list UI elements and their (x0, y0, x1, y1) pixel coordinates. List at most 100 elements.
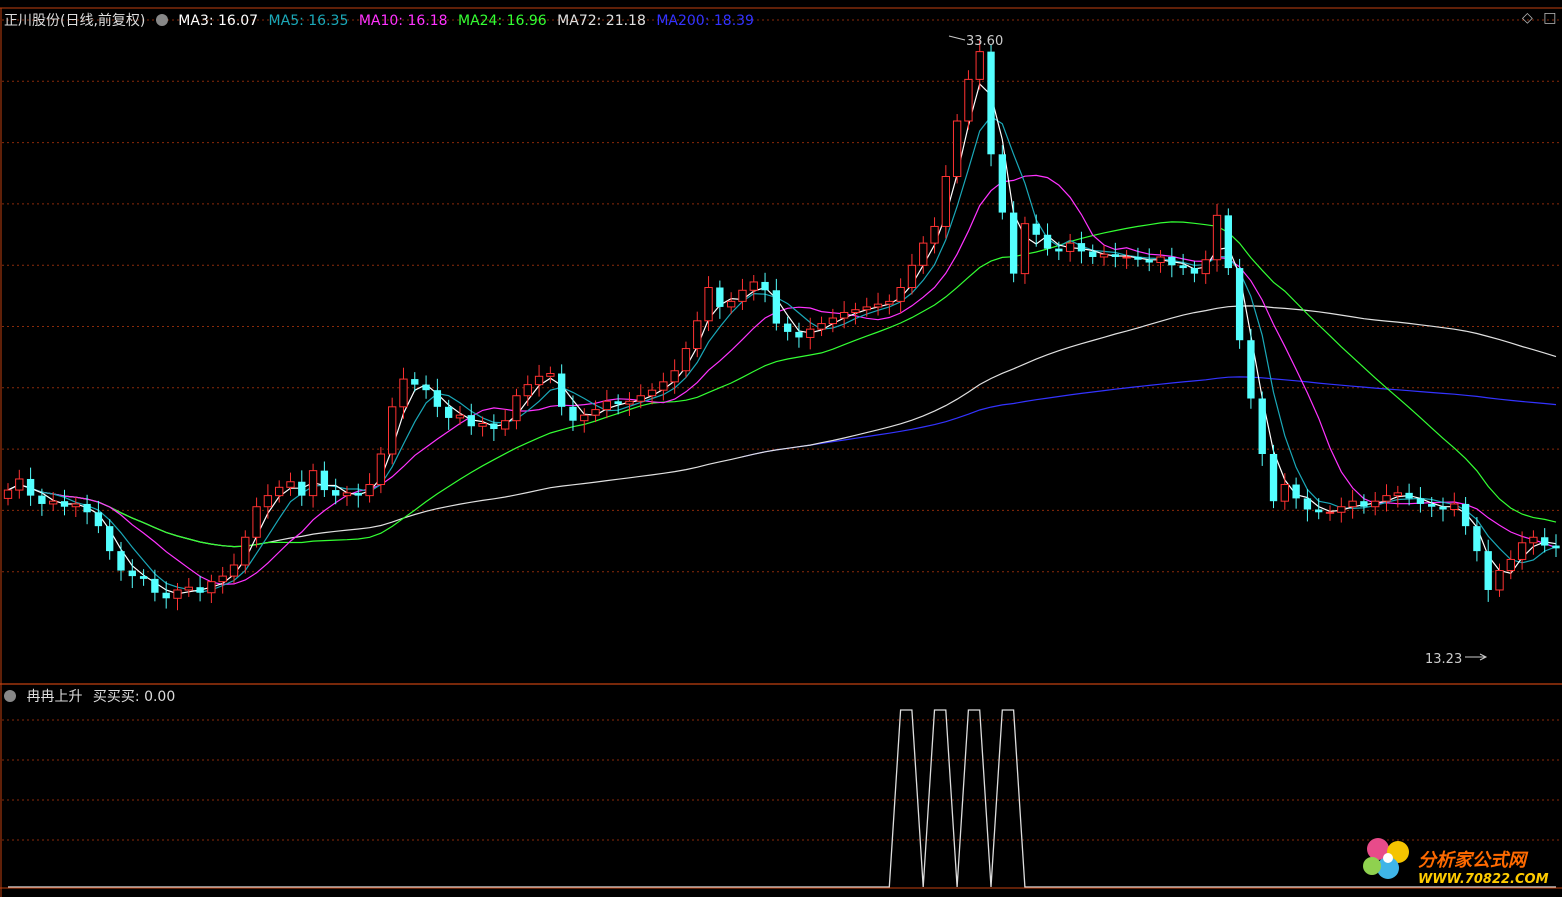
candle-body (1541, 537, 1549, 546)
candle-body (1529, 536, 1538, 544)
candle-body (738, 289, 747, 302)
candle-body (557, 373, 566, 407)
candle-body (1201, 259, 1210, 275)
candle (839, 301, 849, 329)
candle-body (1269, 454, 1278, 502)
candle-body (342, 492, 352, 497)
candle (1020, 216, 1030, 284)
candle-body (1134, 256, 1142, 260)
ma10-value: MA10: 16.18 (358, 13, 448, 29)
candle-body (411, 379, 419, 385)
candle-body (873, 303, 883, 308)
candle-body (1517, 542, 1527, 560)
candle-body (749, 281, 758, 291)
diamond-icon[interactable]: ◇ (1522, 10, 1533, 26)
candle-body (38, 495, 46, 504)
candle (1405, 483, 1413, 506)
candle (388, 397, 397, 465)
candle-body (862, 306, 871, 311)
candle-body (851, 309, 860, 313)
ma72-value: MA72: 21.18 (557, 13, 646, 29)
candle-body (795, 331, 803, 338)
candle-body (839, 311, 849, 319)
indicator-collapse-icon[interactable] (4, 690, 16, 702)
candle (941, 165, 951, 239)
candle-body (1292, 484, 1300, 499)
collapse-icon[interactable] (155, 14, 168, 26)
candle-body (930, 225, 939, 244)
ma24-line (7, 221, 1557, 548)
candle-body (523, 384, 532, 397)
candle-body (332, 490, 340, 496)
candle (1360, 494, 1368, 514)
buy-signal-line (8, 709, 1556, 888)
candle-body (71, 503, 80, 508)
candle-body (1280, 484, 1289, 502)
candle-body (139, 576, 148, 579)
candle (500, 409, 510, 436)
candle-body (106, 526, 114, 552)
candle-body (1032, 223, 1040, 235)
candle (263, 484, 273, 519)
candle (851, 302, 860, 325)
candle (1382, 484, 1391, 512)
candle (60, 489, 69, 516)
candle (681, 341, 691, 378)
candle-body (1450, 503, 1459, 511)
square-icon[interactable]: □ (1543, 10, 1556, 26)
candle (987, 44, 995, 167)
candle-body (433, 390, 442, 407)
candle (1099, 245, 1109, 266)
candle-body (1065, 242, 1075, 252)
candle (151, 569, 159, 602)
candle (783, 316, 792, 341)
candle (490, 414, 498, 441)
candle-body (919, 242, 928, 266)
candle-body (207, 581, 216, 594)
low-marker: 13.23 (1425, 652, 1488, 667)
candle (1122, 250, 1131, 269)
candle (184, 578, 193, 597)
candle-body (1303, 498, 1312, 510)
candle (365, 473, 374, 503)
candle (1495, 563, 1504, 597)
candle (1201, 250, 1210, 284)
ma10-line (7, 174, 1557, 586)
candle-body (15, 478, 24, 491)
candle (1212, 203, 1222, 272)
candle-body (1156, 256, 1165, 264)
candle (467, 403, 475, 435)
candle-body (681, 348, 691, 372)
candle-body (455, 414, 465, 419)
candle (806, 317, 815, 350)
ma200-value: MA200: 18.39 (656, 13, 754, 29)
candle-body (625, 400, 634, 405)
ma5-value: MA5: 16.35 (268, 13, 349, 29)
candle-body (444, 406, 453, 418)
candle-body (1020, 223, 1030, 275)
candle (94, 500, 103, 534)
candle-body (490, 423, 498, 430)
candle-body (828, 317, 838, 325)
candle-body (1416, 498, 1425, 504)
candle (196, 575, 204, 602)
candle-body (229, 564, 239, 577)
candle (659, 372, 668, 401)
price-grid (2, 19, 1562, 573)
candle-body (1371, 500, 1380, 508)
candle-body (647, 389, 657, 397)
candle (354, 483, 362, 508)
candle (71, 497, 80, 517)
candle-body (602, 400, 612, 411)
candle (1325, 505, 1335, 521)
candle-body (1043, 234, 1052, 249)
candle-body (252, 506, 261, 538)
candle-body (376, 453, 386, 486)
candle (320, 461, 329, 498)
candle (998, 145, 1007, 220)
watermark-url: WWW.70822.COM (1418, 872, 1549, 887)
candle (749, 275, 758, 301)
candle (1337, 497, 1346, 523)
low-label: 13.23 (1425, 652, 1462, 667)
candle-body (478, 422, 487, 427)
